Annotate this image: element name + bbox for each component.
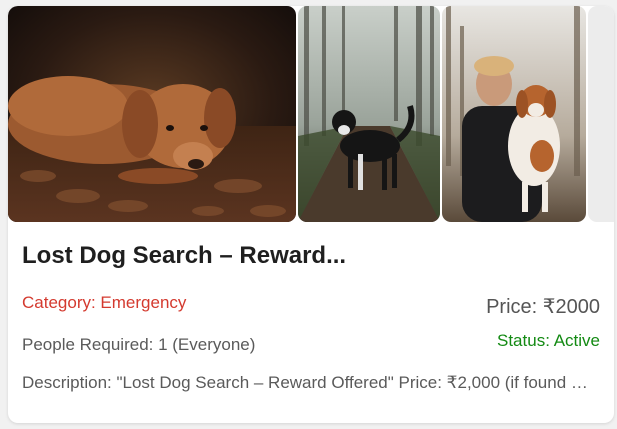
- description-text: Description: "Lost Dog Search – Reward O…: [22, 373, 596, 392]
- gallery-image-dog-in-leaves[interactable]: [8, 6, 296, 222]
- price-label: Price: ₹2000: [486, 296, 600, 318]
- gallery-image-man-holding-dog[interactable]: [442, 6, 586, 222]
- people-required-label: People Required: 1 (Everyone): [22, 335, 256, 354]
- gallery-image-dog-forest-path[interactable]: [298, 6, 440, 222]
- image-gallery[interactable]: [8, 6, 614, 222]
- listing-title[interactable]: Lost Dog Search – Reward...: [22, 242, 346, 270]
- gallery-image-next-partial[interactable]: [588, 6, 614, 222]
- status-label: Status: Active: [497, 331, 600, 350]
- listing-card[interactable]: Lost Dog Search – Reward... Category: Em…: [8, 6, 614, 423]
- category-label: Category: Emergency: [22, 293, 187, 312]
